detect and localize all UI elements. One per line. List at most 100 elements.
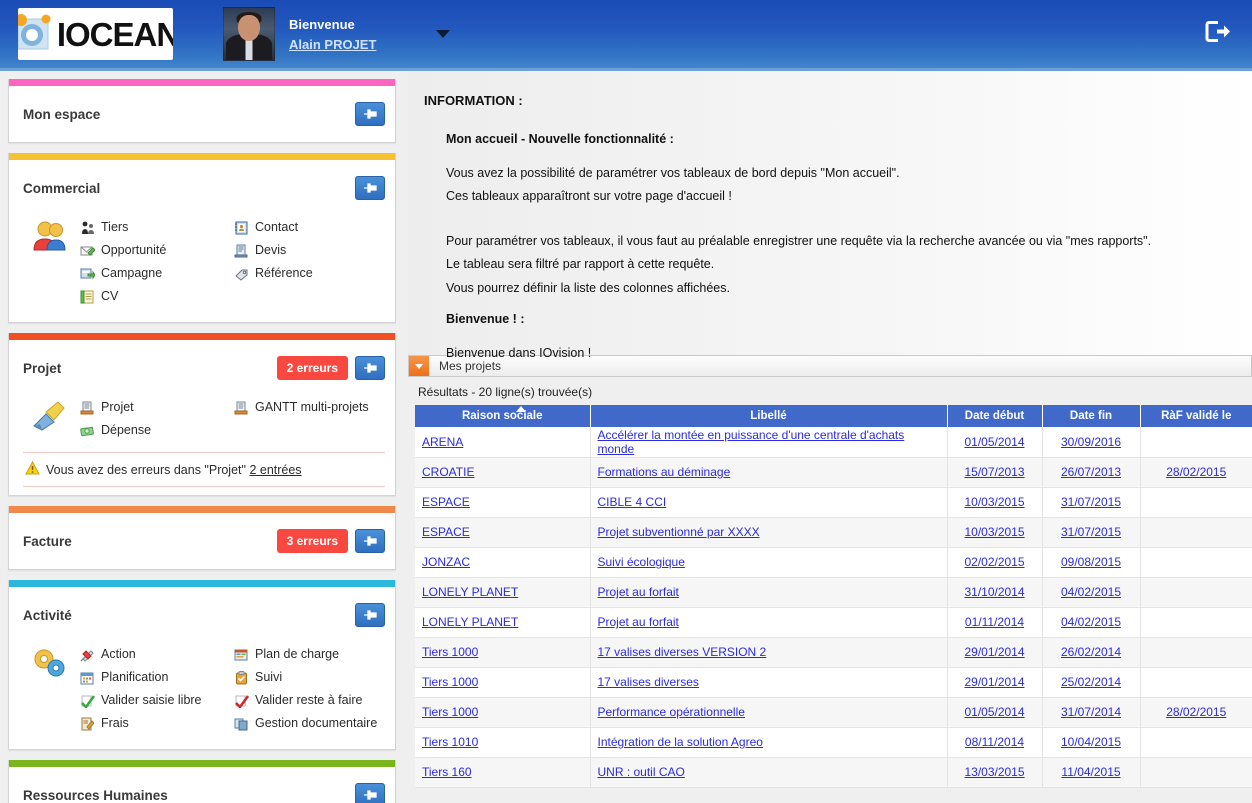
pin-button[interactable] bbox=[355, 603, 385, 627]
cell-raison-sociale-link[interactable]: CROATIE bbox=[422, 465, 474, 479]
cell-date-debut-link[interactable]: 15/07/2013 bbox=[964, 465, 1024, 479]
projects-table: Raison sociale Libellé Date début Date f… bbox=[415, 405, 1252, 788]
cell-raison-sociale-link[interactable]: Tiers 1000 bbox=[422, 675, 478, 689]
cell-raf-valide bbox=[1140, 667, 1252, 698]
cell-libelle-link[interactable]: Projet subventionné par XXXX bbox=[598, 525, 760, 539]
information-panel: INFORMATION : Mon accueil - Nouvelle fon… bbox=[408, 71, 1252, 360]
cell-date-fin-link[interactable]: 11/04/2015 bbox=[1061, 765, 1120, 779]
menu-link-action[interactable]: Action bbox=[77, 643, 231, 666]
cell-date-fin-link[interactable]: 25/02/2014 bbox=[1061, 675, 1121, 689]
cell-raison-sociale-link[interactable]: Tiers 160 bbox=[422, 765, 472, 779]
cell-date-fin-link[interactable]: 04/02/2015 bbox=[1061, 585, 1121, 599]
cell-libelle-link[interactable]: Suivi écologique bbox=[598, 555, 685, 569]
column-header-date-fin[interactable]: Date fin bbox=[1042, 405, 1141, 427]
column-header-raison-sociale[interactable]: Raison sociale bbox=[415, 405, 591, 427]
cell-raf-valide-link[interactable]: 28/02/2015 bbox=[1166, 465, 1226, 479]
cell-libelle-link[interactable]: 17 valises diverses bbox=[598, 675, 699, 689]
menu-link-frais[interactable]: Frais bbox=[77, 712, 231, 735]
table-row: Tiers 1010 Intégration de la solution Agr… bbox=[415, 727, 1252, 758]
menu-link-valider-reste-a-faire[interactable]: Valider reste à faire bbox=[231, 689, 385, 712]
username-link[interactable]: Alain PROJET bbox=[289, 36, 376, 55]
logo[interactable]: IOCEAN bbox=[18, 8, 173, 60]
cell-date-debut-link[interactable]: 29/01/2014 bbox=[964, 645, 1024, 659]
cell-date-debut: 01/05/2014 bbox=[947, 697, 1043, 728]
cell-date-debut-link[interactable]: 13/03/2015 bbox=[964, 765, 1024, 779]
projects-panel-toggle[interactable] bbox=[409, 356, 429, 376]
cell-date-debut-link[interactable]: 01/05/2014 bbox=[964, 435, 1024, 449]
menu-link-valider-saisie-libre[interactable]: Valider saisie libre bbox=[77, 689, 231, 712]
sidebar-panel-ressources-humaines: Ressources Humaines bbox=[8, 760, 396, 803]
cell-date-fin-link[interactable]: 31/07/2014 bbox=[1061, 705, 1121, 719]
cell-libelle-link[interactable]: Intégration de la solution Agreo bbox=[598, 735, 763, 749]
cell-date-fin-link[interactable]: 09/08/2015 bbox=[1061, 555, 1121, 569]
cell-date-debut-link[interactable]: 31/10/2014 bbox=[964, 585, 1024, 599]
menu-link-contact[interactable]: Contact bbox=[231, 216, 385, 239]
cell-date-debut-link[interactable]: 08/11/2014 bbox=[965, 735, 1024, 749]
menu-link-projet[interactable]: Projet bbox=[77, 396, 231, 419]
cell-raison-sociale-link[interactable]: Tiers 1000 bbox=[422, 645, 478, 659]
menu-link-opportunite[interactable]: Opportunité bbox=[77, 239, 231, 262]
menu-link-campagne[interactable]: Campagne bbox=[77, 262, 231, 285]
cell-raf-valide-link[interactable]: 28/02/2015 bbox=[1166, 705, 1226, 719]
sidebar-panel-commercial: Commercial Tiers Opportunité Campagne CV… bbox=[8, 153, 396, 323]
chevron-down-icon[interactable] bbox=[436, 30, 451, 38]
cell-date-fin-link[interactable]: 10/04/2015 bbox=[1061, 735, 1121, 749]
cell-date-fin-link[interactable]: 30/09/2016 bbox=[1061, 435, 1121, 449]
menu-link-gestion-documentaire[interactable]: Gestion documentaire bbox=[231, 712, 385, 735]
menu-link-reference[interactable]: Référence bbox=[231, 262, 385, 285]
cell-date-fin-link[interactable]: 26/02/2014 bbox=[1061, 645, 1121, 659]
menu-link-cv[interactable]: CV bbox=[77, 285, 231, 308]
menu-link-depense[interactable]: Dépense bbox=[77, 419, 231, 442]
cell-raison-sociale-link[interactable]: ESPACE bbox=[422, 495, 470, 509]
menu-link-plan-de-charge[interactable]: Plan de charge bbox=[231, 643, 385, 666]
logout-button[interactable] bbox=[1202, 17, 1232, 52]
information-line: Vous pourrez définir la liste des colonn… bbox=[446, 280, 730, 295]
pin-button[interactable] bbox=[355, 102, 385, 126]
cell-raison-sociale: Tiers 1000 bbox=[415, 637, 591, 668]
cell-date-debut-link[interactable]: 29/01/2014 bbox=[964, 675, 1024, 689]
cell-libelle-link[interactable]: Performance opérationnelle bbox=[598, 705, 745, 719]
cell-date-debut-link[interactable]: 02/02/2015 bbox=[964, 555, 1024, 569]
pin-button[interactable] bbox=[355, 529, 385, 553]
cell-raison-sociale-link[interactable]: Tiers 1000 bbox=[422, 705, 478, 719]
menu-link-tiers[interactable]: Tiers bbox=[77, 216, 231, 239]
menu-link-devis[interactable]: Devis bbox=[231, 239, 385, 262]
error-badge[interactable]: 2 erreurs bbox=[276, 356, 348, 380]
pin-button[interactable] bbox=[355, 356, 385, 380]
cell-raison-sociale-link[interactable]: LONELY PLANET bbox=[422, 615, 518, 629]
column-header-libelle[interactable]: Libellé bbox=[590, 405, 948, 427]
cell-raison-sociale-link[interactable]: JONZAC bbox=[422, 555, 470, 569]
cell-date-debut-link[interactable]: 10/03/2015 bbox=[964, 525, 1024, 539]
cell-date-debut-link[interactable]: 10/03/2015 bbox=[964, 495, 1024, 509]
cell-libelle-link[interactable]: Projet au forfait bbox=[598, 585, 679, 599]
cell-date-debut-link[interactable]: 01/11/2014 bbox=[965, 615, 1024, 629]
cell-libelle-link[interactable]: Projet au forfait bbox=[598, 615, 679, 629]
error-note-link[interactable]: 2 entrées bbox=[249, 463, 301, 477]
table-row: Tiers 1000 17 valises diverses 29/01/2014 2… bbox=[415, 667, 1252, 698]
cell-date-fin-link[interactable]: 04/02/2015 bbox=[1061, 615, 1121, 629]
cell-raison-sociale-link[interactable]: Tiers 1010 bbox=[422, 735, 478, 749]
menu-link-planification[interactable]: Planification bbox=[77, 666, 231, 689]
pin-button[interactable] bbox=[355, 176, 385, 200]
cell-libelle-link[interactable]: Accélérer la montée en puissance d'une c… bbox=[598, 428, 905, 456]
cell-libelle-link[interactable]: 17 valises diverses VERSION 2 bbox=[598, 645, 767, 659]
cell-raison-sociale-link[interactable]: LONELY PLANET bbox=[422, 585, 518, 599]
cell-date-fin-link[interactable]: 31/07/2015 bbox=[1061, 495, 1121, 509]
cell-date-debut-link[interactable]: 01/05/2014 bbox=[964, 705, 1024, 719]
error-badge[interactable]: 3 erreurs bbox=[276, 529, 348, 553]
cell-libelle-link[interactable]: CIBLE 4 CCI bbox=[598, 495, 667, 509]
paintbrush-icon bbox=[23, 396, 77, 442]
menu-link-suivi[interactable]: Suivi bbox=[231, 666, 385, 689]
cell-libelle-link[interactable]: Formations au déminage bbox=[598, 465, 731, 479]
cell-date-debut: 15/07/2013 bbox=[947, 457, 1043, 488]
cell-date-fin-link[interactable]: 26/07/2013 bbox=[1061, 465, 1121, 479]
column-header-raf-valide-le[interactable]: RàF validé le bbox=[1140, 405, 1252, 427]
cell-libelle-link[interactable]: UNR : outil CAO bbox=[598, 765, 685, 779]
menu-link-label: Frais bbox=[101, 716, 129, 730]
pin-button[interactable] bbox=[355, 783, 385, 803]
menu-link-gantt-multi-projets[interactable]: GANTT multi-projets bbox=[231, 396, 385, 419]
cell-raison-sociale-link[interactable]: ESPACE bbox=[422, 525, 470, 539]
column-header-date-debut[interactable]: Date début bbox=[947, 405, 1043, 427]
cell-date-fin-link[interactable]: 31/07/2015 bbox=[1061, 525, 1121, 539]
cell-raison-sociale-link[interactable]: ARENA bbox=[422, 435, 463, 449]
